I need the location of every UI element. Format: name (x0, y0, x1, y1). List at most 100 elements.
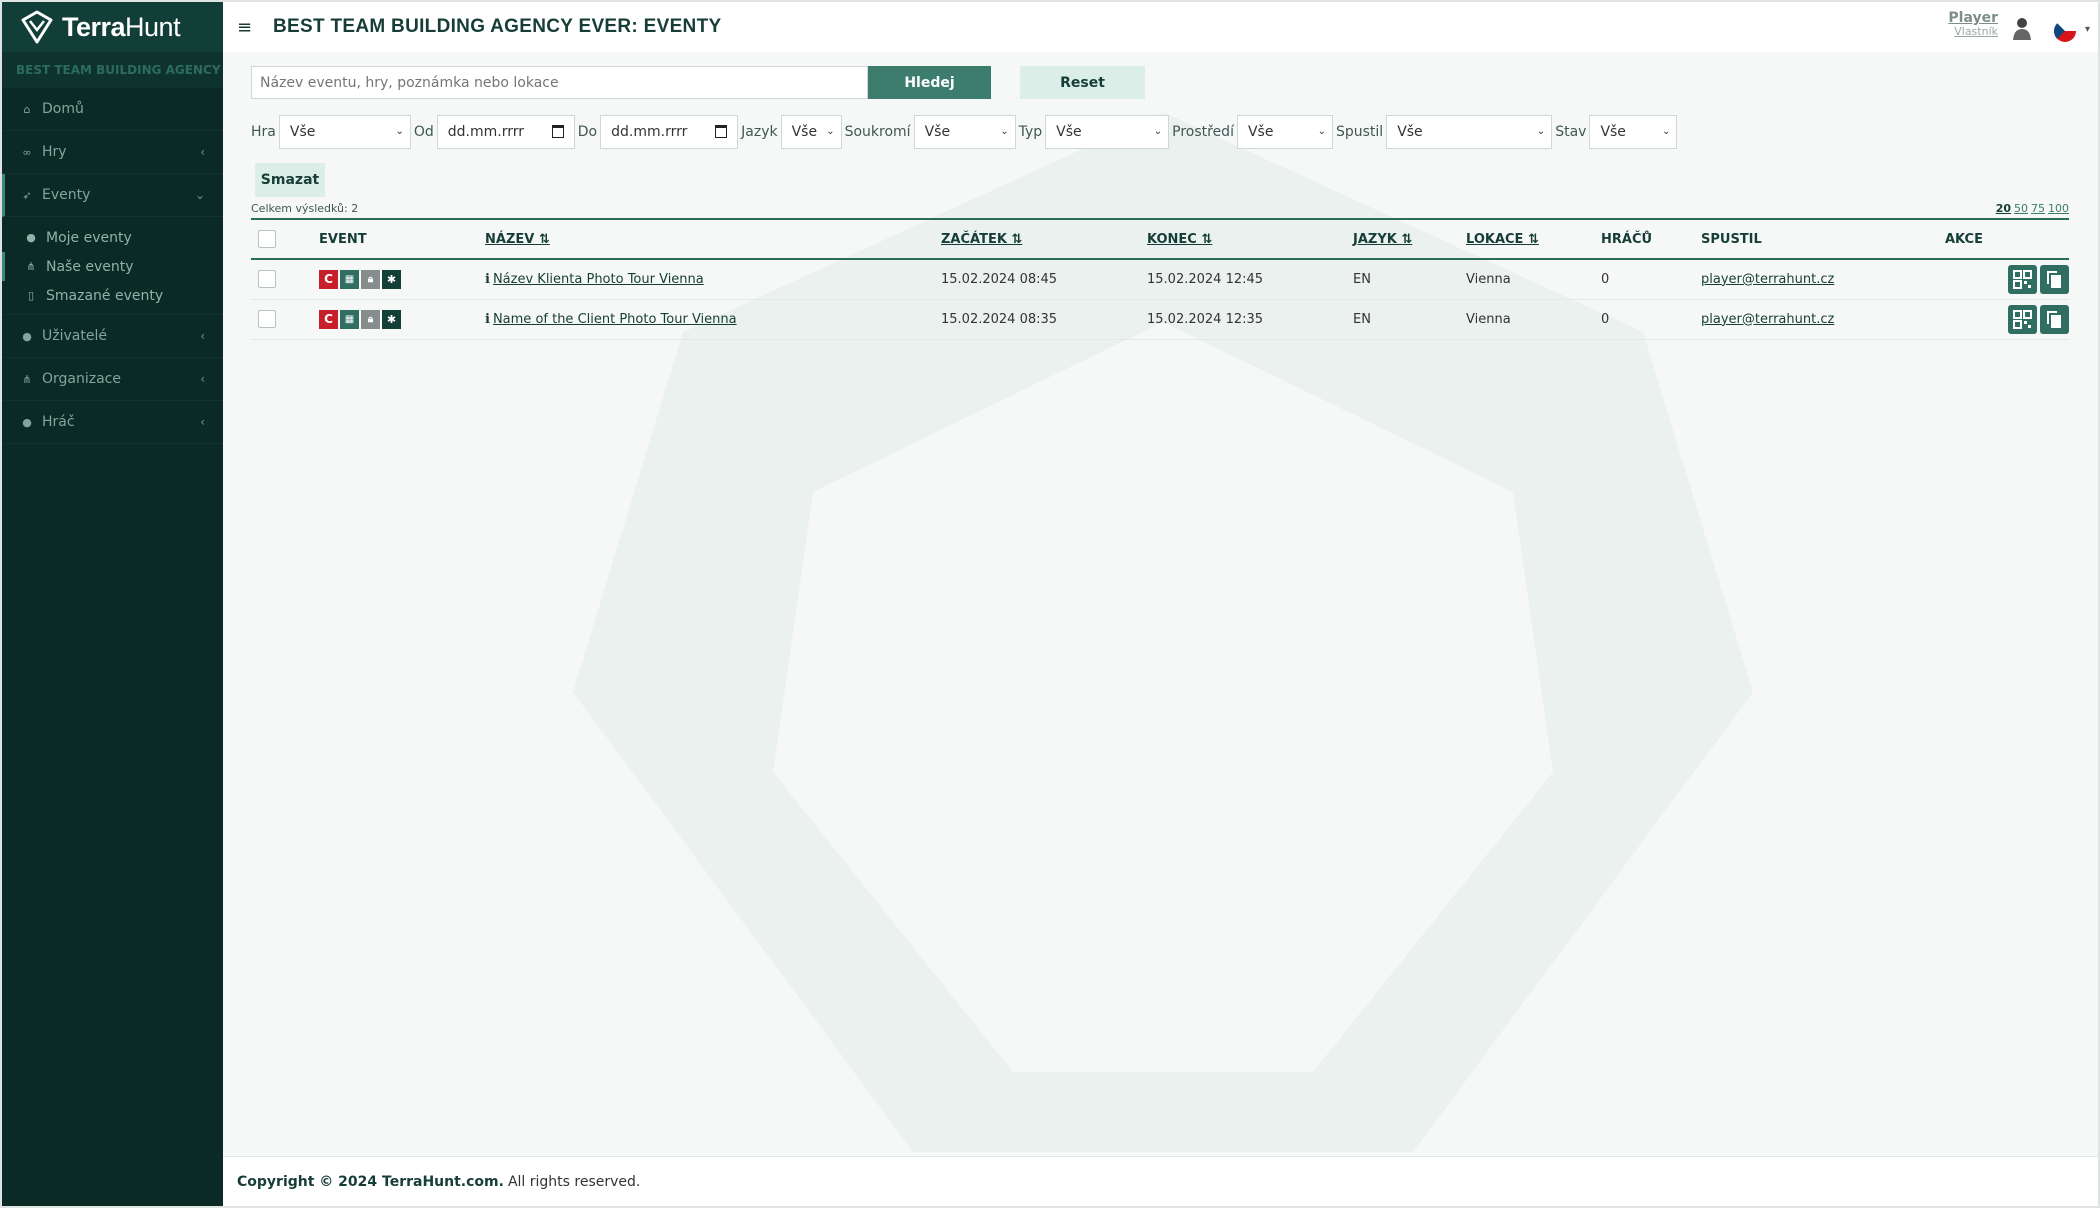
avatar-icon[interactable] (2012, 16, 2032, 40)
client-badge: C (319, 269, 338, 289)
filter-hra-select[interactable]: Vše ⌄ (278, 115, 411, 149)
per-page-50[interactable]: 50 (2014, 202, 2028, 215)
sidebar-item-hrac[interactable]: ● Hráč ‹ (2, 401, 223, 444)
filter-typ-value: Vše (1056, 124, 1082, 140)
gear-icon: ✱ (382, 269, 401, 289)
header-select-all (251, 219, 315, 259)
filter-label-jazyk: Jazyk (741, 124, 778, 140)
filter-typ-select[interactable]: Vše ⌄ (1045, 115, 1170, 149)
sitemap-icon: ⋔ (22, 372, 32, 386)
row-select-cell (251, 259, 315, 299)
sidebar-item-organizace[interactable]: ⋔ Organizace ‹ (2, 358, 223, 401)
filter-od-value: dd.mm.rrrr (447, 124, 525, 140)
header-nazev[interactable]: NÁZEV ⇅ (481, 219, 937, 259)
actions-cell (1941, 259, 2069, 299)
top-header: ≡ BEST TEAM BUILDING AGENCY EVER: EVENTY… (223, 2, 2098, 52)
filter-prostredi-select[interactable]: Vše ⌄ (1236, 115, 1333, 149)
chevron-left-icon: ‹ (200, 372, 205, 386)
user-role[interactable]: Vlastník (1948, 25, 1998, 38)
copy-button[interactable] (2040, 304, 2069, 334)
header-lokace[interactable]: LOKACE ⇅ (1462, 219, 1597, 259)
header-jazyk[interactable]: JAZYK ⇅ (1349, 219, 1462, 259)
user-menu[interactable]: Player Vlastník (1948, 11, 1998, 38)
filter-stav-select[interactable]: Vše ⌄ (1589, 115, 1678, 149)
filter-spustil-select[interactable]: Vše ⌄ (1386, 115, 1553, 149)
filter-label-typ: Typ (1018, 124, 1043, 140)
filter-row: Hra Vše ⌄ Od dd.mm.rrrr Do dd.mm.rrrr Jaz… (251, 115, 1680, 149)
started-by-link[interactable]: player@terrahunt.cz (1701, 272, 1834, 287)
filter-spustil-value: Vše (1397, 124, 1423, 140)
brand-name: TerraHunt (62, 11, 181, 42)
qr-code-icon (2013, 309, 2032, 329)
info-icon[interactable]: i (485, 312, 490, 327)
header-zacatek[interactable]: ZAČÁTEK ⇅ (937, 219, 1143, 259)
sidebar-subitem-moje-eventy[interactable]: ● Moje eventy (2, 223, 223, 252)
row-checkbox[interactable] (258, 270, 276, 289)
filter-label-od: Od (413, 124, 434, 140)
search-input[interactable] (251, 66, 868, 99)
filter-od-date[interactable]: dd.mm.rrrr (436, 115, 575, 149)
filter-jazyk-value: Vše (791, 124, 818, 140)
trash-icon: ▯ (27, 289, 35, 302)
footer-copyright: Copyright © 2024 TerraHunt.com. (237, 1173, 504, 1190)
chevron-down-icon: ⌄ (1153, 126, 1163, 137)
caret-down-icon[interactable]: ▾ (2085, 24, 2090, 35)
filter-do-date[interactable]: dd.mm.rrrr (600, 115, 739, 149)
header-konec[interactable]: KONEC ⇅ (1143, 219, 1349, 259)
event-name-cell: i Název Klienta Photo Tour Vienna (481, 259, 937, 299)
event-name-link[interactable]: Name of the Client Photo Tour Vienna (493, 312, 737, 327)
sidebar-item-label: Eventy (42, 187, 91, 203)
started-by-link[interactable]: player@terrahunt.cz (1701, 312, 1834, 327)
sidebar-subitem-nase-eventy[interactable]: ⋔ Naše eventy (2, 252, 223, 281)
calendar-icon[interactable] (551, 125, 564, 138)
chevron-left-icon: ‹ (200, 415, 205, 429)
event-players: 0 (1601, 311, 1610, 327)
event-start: 15.02.2024 08:45 (941, 271, 1058, 287)
filter-hra-value: Vše (289, 124, 316, 140)
actions-cell (1941, 299, 2069, 339)
event-end: 15.02.2024 12:35 (1147, 311, 1264, 327)
copy-button[interactable] (2040, 264, 2069, 294)
row-checkbox[interactable] (258, 310, 276, 328)
event-name-link[interactable]: Název Klienta Photo Tour Vienna (493, 272, 704, 287)
lock-icon: 🔒︎ (361, 309, 380, 329)
chevron-left-icon: ‹ (200, 329, 205, 343)
filter-label-stav: Stav (1555, 124, 1587, 140)
sidebar-item-uzivatele[interactable]: ● Uživatelé ‹ (2, 315, 223, 358)
sidebar-item-label: Hry (42, 144, 67, 160)
filter-label-do: Do (577, 124, 598, 140)
event-players: 0 (1601, 271, 1610, 287)
qr-code-icon (2013, 269, 2032, 289)
per-page-20[interactable]: 20 (1996, 202, 2011, 215)
per-page-75[interactable]: 75 (2031, 202, 2045, 215)
sidebar-item-eventy[interactable]: ➶ Eventy ⌄ (2, 174, 223, 217)
czech-flag-icon[interactable] (2054, 20, 2076, 42)
hamburger-menu-icon[interactable]: ≡ (237, 17, 259, 38)
event-badges: C ▦ 🔒︎ ✱ (319, 269, 481, 289)
terrahunt-logo-icon (21, 10, 53, 44)
user-name[interactable]: Player (1948, 11, 1998, 25)
reset-button[interactable]: Reset (1020, 66, 1145, 99)
filter-soukromi-value: Vše (924, 124, 951, 140)
chevron-down-icon: ⌄ (1662, 126, 1671, 137)
delete-button[interactable]: Smazat (255, 163, 325, 197)
per-page-100[interactable]: 100 (2048, 202, 2069, 215)
sidebar-subitem-smazane-eventy[interactable]: ▯ Smazané eventy (2, 281, 223, 310)
client-badge: C (319, 309, 338, 329)
event-location: Vienna (1466, 311, 1511, 327)
calendar-icon[interactable] (715, 125, 728, 138)
info-icon[interactable]: i (485, 272, 490, 287)
sidebar-item-hry[interactable]: ∞ Hry ‹ (2, 131, 223, 174)
qr-code-button[interactable] (2008, 264, 2037, 294)
filter-jazyk-select[interactable]: Vše ⌄ (780, 115, 842, 149)
chevron-down-icon: ⌄ (1317, 126, 1326, 137)
filter-soukromi-select[interactable]: Vše ⌄ (913, 115, 1016, 149)
search-button[interactable]: Hledej (868, 66, 991, 99)
sidebar-item-domu[interactable]: ⌂ Domů (2, 88, 223, 131)
table-row: C ▦ 🔒︎ ✱ i Název Klienta Photo Tour Vienn… (251, 259, 2069, 299)
event-started-by-cell: player@terrahunt.cz (1697, 299, 1941, 339)
brand[interactable]: TerraHunt (2, 2, 223, 52)
select-all-checkbox[interactable] (258, 230, 276, 248)
qr-code-button[interactable] (2008, 304, 2037, 334)
filter-do-value: dd.mm.rrrr (611, 124, 688, 140)
